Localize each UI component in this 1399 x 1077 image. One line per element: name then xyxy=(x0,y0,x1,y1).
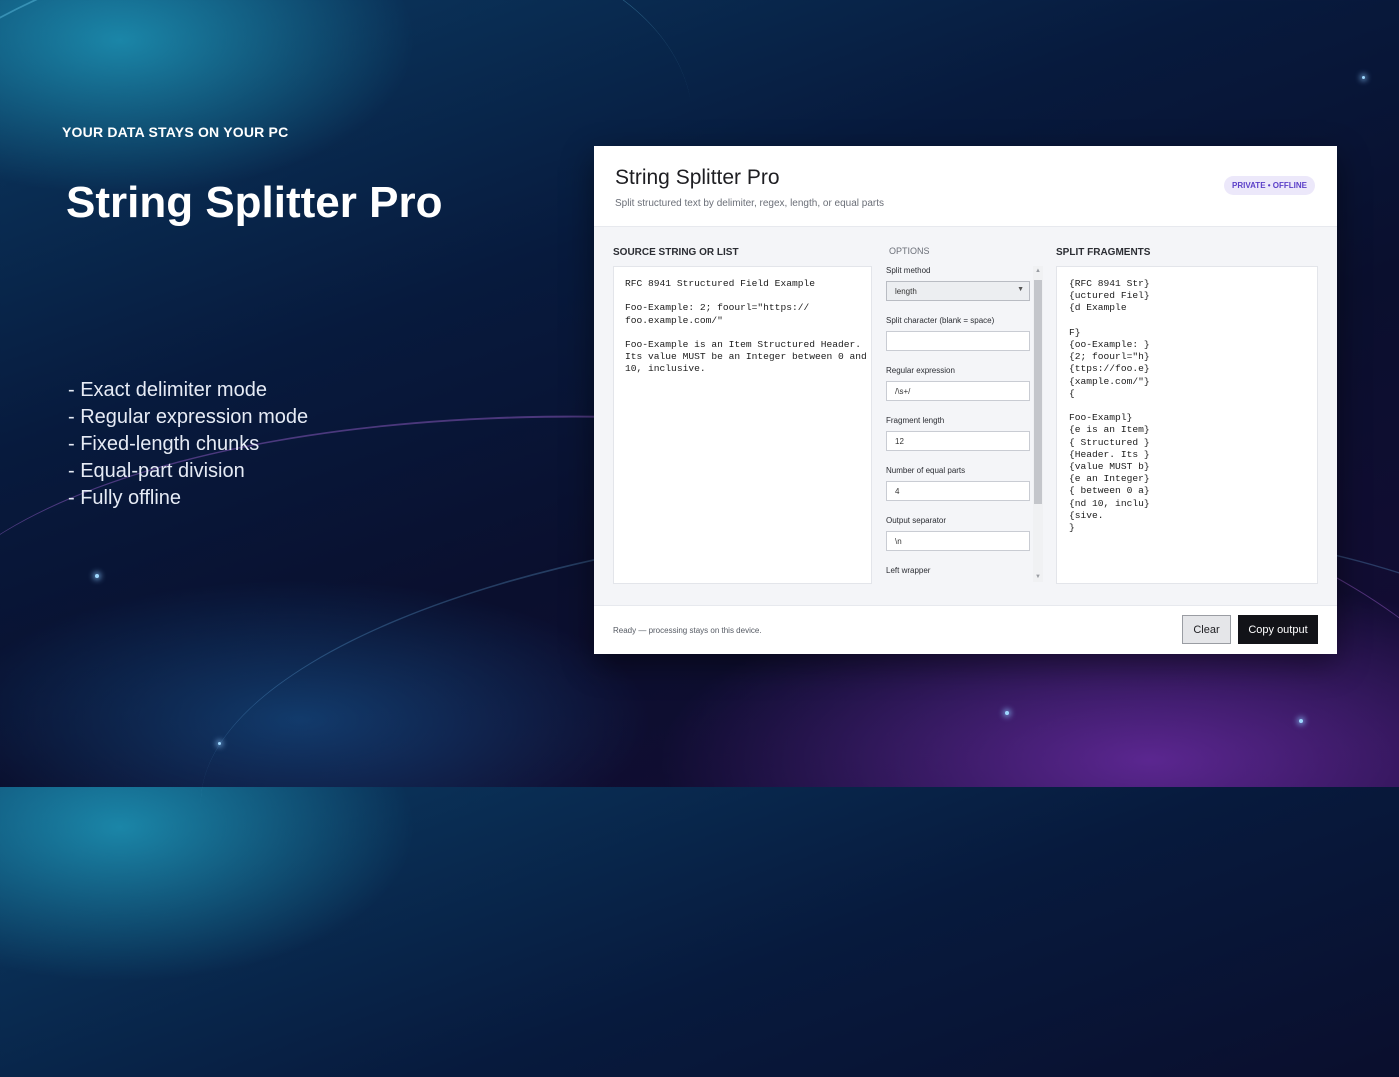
regex-label: Regular expression xyxy=(886,366,955,375)
fragment-length-input[interactable]: 12 xyxy=(886,431,1030,451)
background-star xyxy=(1299,719,1303,723)
scroll-thumb[interactable] xyxy=(1034,280,1042,504)
scroll-up-icon[interactable]: ▲ xyxy=(1033,268,1043,274)
output-separator-input[interactable]: \n xyxy=(886,531,1030,551)
feature-item: - Exact delimiter mode xyxy=(68,379,267,401)
left-wrapper-label: Left wrapper xyxy=(886,566,931,575)
options-scrollbar[interactable]: ▲ ▼ xyxy=(1033,266,1043,582)
hero-kicker: YOUR DATA STAYS ON YOUR PC xyxy=(62,124,289,140)
status-text: Ready — processing stays on this device. xyxy=(613,626,762,635)
app-footer: Ready — processing stays on this device.… xyxy=(594,605,1337,654)
split-character-label: Split character (blank = space) xyxy=(886,316,995,325)
chevron-down-icon: ▼ xyxy=(1017,286,1024,293)
feature-item: - Regular expression mode xyxy=(68,406,309,428)
split-method-select[interactable]: length ▼ xyxy=(886,281,1030,301)
split-method-value: length xyxy=(895,287,917,296)
output-separator-label: Output separator xyxy=(886,516,947,525)
app-subtitle: Split structured text by delimiter, rege… xyxy=(615,198,885,209)
app-title: String Splitter Pro xyxy=(615,166,780,189)
feature-item: - Fixed-length chunks xyxy=(68,433,260,455)
hero-title: String Splitter Pro xyxy=(66,178,443,227)
app-header: String Splitter Pro Split structured tex… xyxy=(594,146,1337,227)
background-star xyxy=(1362,76,1365,79)
options-panel[interactable]: Split method length ▼ Split character (b… xyxy=(881,266,1043,582)
privacy-badge: PRIVATE • OFFLINE xyxy=(1224,176,1315,195)
feature-item: - Equal-part division xyxy=(68,460,245,482)
regex-input[interactable]: /\s+/ xyxy=(886,381,1030,401)
copy-output-button[interactable]: Copy output xyxy=(1238,615,1318,644)
options-label: OPTIONS xyxy=(889,246,930,256)
background-star xyxy=(1005,711,1009,715)
split-character-input[interactable] xyxy=(886,331,1030,351)
split-method-label: Split method xyxy=(886,266,931,275)
equal-parts-label: Number of equal parts xyxy=(886,466,966,475)
equal-parts-input[interactable]: 4 xyxy=(886,481,1030,501)
feature-item: - Fully offline xyxy=(68,487,182,509)
fragment-length-label: Fragment length xyxy=(886,416,945,425)
background-star xyxy=(95,574,99,578)
feature-list: - Exact delimiter mode - Regular express… xyxy=(68,377,308,512)
output-label: SPLIT FRAGMENTS xyxy=(1056,247,1151,258)
source-label: SOURCE STRING OR LIST xyxy=(613,247,739,258)
clear-button[interactable]: Clear xyxy=(1182,615,1231,644)
background-star xyxy=(218,742,221,745)
output-textarea[interactable]: {RFC 8941 Str} {uctured Fiel} {d Example… xyxy=(1056,266,1318,584)
app-window: String Splitter Pro Split structured tex… xyxy=(594,146,1337,654)
source-textarea[interactable]: RFC 8941 Structured Field Example Foo-Ex… xyxy=(613,266,872,584)
scroll-down-icon[interactable]: ▼ xyxy=(1033,574,1043,580)
